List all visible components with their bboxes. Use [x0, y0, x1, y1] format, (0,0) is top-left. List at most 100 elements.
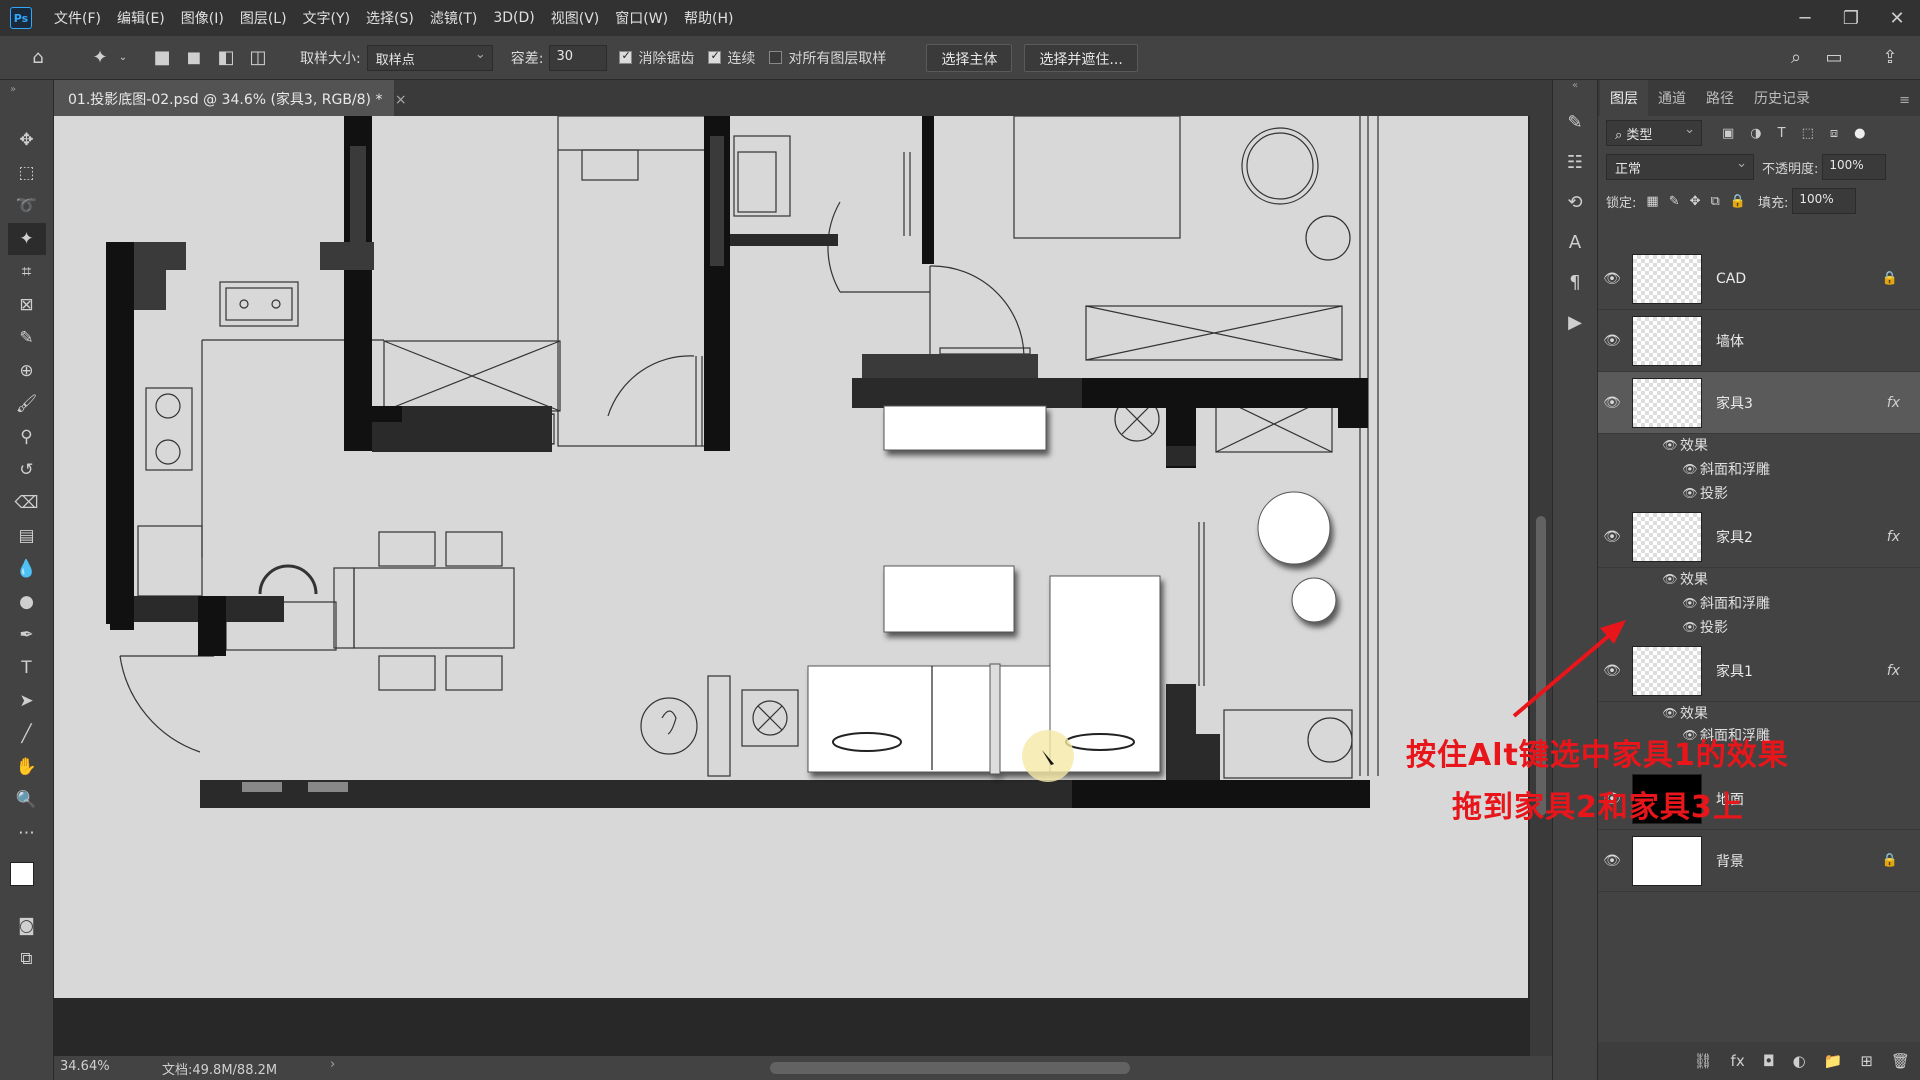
history-icon[interactable]: ⟲ [1557, 186, 1593, 218]
effects-row[interactable]: 👁 效果 [1660, 702, 1708, 724]
eraser-tool-icon[interactable]: ⌫ [8, 487, 46, 519]
close-tab-icon[interactable]: × [395, 92, 407, 108]
blend-mode-select[interactable]: 正常 [1606, 154, 1754, 180]
brush-settings-icon[interactable]: ✎ [1557, 106, 1593, 138]
menu-type[interactable]: 文字(Y) [295, 8, 358, 28]
adjustment-layer-icon[interactable]: ◐ [1793, 1052, 1806, 1070]
crop-tool-icon[interactable]: ⌗ [8, 256, 46, 288]
eye-icon[interactable]: 👁 [1660, 572, 1680, 586]
horizontal-scroll-thumb[interactable] [770, 1062, 1130, 1074]
layer-row[interactable]: 👁 CAD 🔒 [1598, 248, 1920, 310]
color-swatches[interactable] [0, 850, 53, 910]
lock-position-icon[interactable]: ✥ [1690, 194, 1701, 209]
menu-select[interactable]: 选择(S) [358, 8, 422, 28]
screen-mode-icon[interactable]: ⧉ [8, 943, 46, 975]
dodge-tool-icon[interactable]: ● [8, 586, 46, 618]
move-tool-icon[interactable]: ✥ [8, 124, 46, 156]
document-canvas[interactable] [54, 116, 1528, 998]
type-tool-icon[interactable]: T [8, 652, 46, 684]
menu-layer[interactable]: 图层(L) [232, 8, 295, 28]
tab-paths[interactable]: 路径 [1696, 80, 1744, 116]
shadow-effect-row[interactable]: 👁 投影 [1680, 616, 1728, 638]
vertical-scrollbar[interactable] [1530, 116, 1552, 1056]
menu-filter[interactable]: 滤镜(T) [422, 8, 485, 28]
collapse-icon[interactable]: « [1553, 80, 1597, 100]
eye-icon[interactable]: 👁 [1598, 333, 1626, 349]
smart-filter-icon[interactable]: ⧈ [1830, 126, 1838, 141]
eyedropper-tool-icon[interactable]: ✎ [8, 322, 46, 354]
eye-icon[interactable]: 👁 [1598, 529, 1626, 545]
link-layers-icon[interactable]: ⛓ [1694, 1052, 1713, 1070]
lock-artboard-icon[interactable]: ⧉ [1711, 194, 1720, 209]
panel-menu-icon[interactable]: ≡ [1889, 85, 1920, 116]
collapse-icon[interactable]: » [0, 80, 53, 124]
blur-tool-icon[interactable]: 💧 [8, 553, 46, 585]
menu-help[interactable]: 帮助(H) [676, 8, 741, 28]
more-tools-icon[interactable]: ⋯ [8, 817, 46, 849]
lock-transparent-icon[interactable]: ▦ [1646, 194, 1658, 209]
new-group-icon[interactable]: 📁 [1824, 1052, 1843, 1070]
line-tool-icon[interactable]: ╱ [8, 718, 46, 750]
healing-tool-icon[interactable]: ⊕ [8, 355, 46, 387]
eye-icon[interactable]: 👁 [1660, 706, 1680, 720]
fx-icon[interactable]: fx [1887, 395, 1900, 411]
menu-file[interactable]: 文件(F) [46, 8, 109, 28]
shape-filter-icon[interactable]: ⬚ [1802, 126, 1814, 141]
antialias-checkbox[interactable]: 消除锯齿 [619, 48, 694, 68]
menu-image[interactable]: 图像(I) [173, 8, 232, 28]
eye-icon[interactable]: 👁 [1598, 853, 1626, 869]
marquee-tool-icon[interactable]: ⬚ [8, 157, 46, 189]
lock-pixels-icon[interactable]: ✎ [1669, 194, 1680, 209]
bevel-effect-row[interactable]: 👁 斜面和浮雕 [1680, 592, 1770, 614]
type-filter-icon[interactable]: T [1778, 126, 1786, 141]
menu-view[interactable]: 视图(V) [543, 8, 608, 28]
menu-edit[interactable]: 编辑(E) [109, 8, 173, 28]
new-selection-icon[interactable]: ■ [146, 42, 178, 74]
eye-icon[interactable]: 👁 [1680, 596, 1700, 610]
adjustments-icon[interactable]: ☷ [1557, 146, 1593, 178]
fill-input[interactable]: 100% [1792, 188, 1857, 214]
layer-row[interactable]: 👁 家具3 fx [1598, 372, 1920, 434]
gradient-tool-icon[interactable]: ▤ [8, 520, 46, 552]
menu-3d[interactable]: 3D(D) [485, 10, 542, 26]
sample-size-select[interactable]: 取样点 [366, 44, 493, 71]
chevron-down-icon[interactable]: ⌄ [116, 42, 130, 74]
history-brush-icon[interactable]: ↺ [8, 454, 46, 486]
tab-layers[interactable]: 图层 [1600, 80, 1648, 116]
quick-mask-icon[interactable]: ◙ [8, 910, 46, 942]
add-style-icon[interactable]: fx [1731, 1052, 1745, 1070]
effects-row[interactable]: 👁 效果 [1660, 568, 1708, 590]
intersect-selection-icon[interactable]: ◫ [242, 42, 274, 74]
select-and-mask-button[interactable]: 选择并遮住... [1024, 43, 1138, 72]
add-selection-icon[interactable]: ◼ [178, 42, 210, 74]
adjustment-filter-icon[interactable]: ◑ [1750, 126, 1761, 141]
path-select-icon[interactable]: ➤ [8, 685, 46, 717]
delete-layer-icon[interactable]: 🗑 [1891, 1052, 1910, 1070]
minimize-icon[interactable]: ─ [1782, 0, 1828, 36]
select-subject-button[interactable]: 选择主体 [926, 43, 1013, 72]
share-icon[interactable]: ⇪ [1874, 42, 1906, 74]
zoom-level[interactable]: 34.64% [60, 1059, 110, 1074]
fx-icon[interactable]: fx [1887, 663, 1900, 679]
layer-row[interactable]: 👁 背景 🔒 [1598, 830, 1920, 892]
pen-tool-icon[interactable]: ✒ [8, 619, 46, 651]
character-icon[interactable]: A [1557, 226, 1593, 258]
chevron-right-icon[interactable]: › [330, 1057, 335, 1072]
new-layer-icon[interactable]: ⊞ [1860, 1052, 1873, 1070]
document-tab[interactable]: 01.投影底图-02.psd @ 34.6% (家具3, RGB/8) * × [54, 80, 407, 116]
layer-row[interactable]: 👁 家具1 fx [1598, 640, 1920, 702]
eye-icon[interactable]: 👁 [1680, 486, 1700, 500]
eye-icon[interactable]: 👁 [1660, 438, 1680, 452]
image-filter-icon[interactable]: ▣ [1722, 126, 1734, 141]
magic-wand-icon[interactable]: ✦ [84, 42, 116, 74]
workspace-icon[interactable]: ▭ [1818, 42, 1850, 74]
fx-icon[interactable]: fx [1887, 529, 1900, 545]
menu-window[interactable]: 窗口(W) [607, 8, 676, 28]
subtract-selection-icon[interactable]: ◧ [210, 42, 242, 74]
shadow-effect-row[interactable]: 👁 投影 [1680, 482, 1728, 504]
tab-channels[interactable]: 通道 [1648, 80, 1696, 116]
tab-history[interactable]: 历史记录 [1744, 80, 1820, 116]
search-icon[interactable]: ⌕ [1780, 42, 1812, 74]
paragraph-icon[interactable]: ¶ [1557, 266, 1593, 298]
effects-row[interactable]: 👁 效果 [1660, 434, 1708, 456]
